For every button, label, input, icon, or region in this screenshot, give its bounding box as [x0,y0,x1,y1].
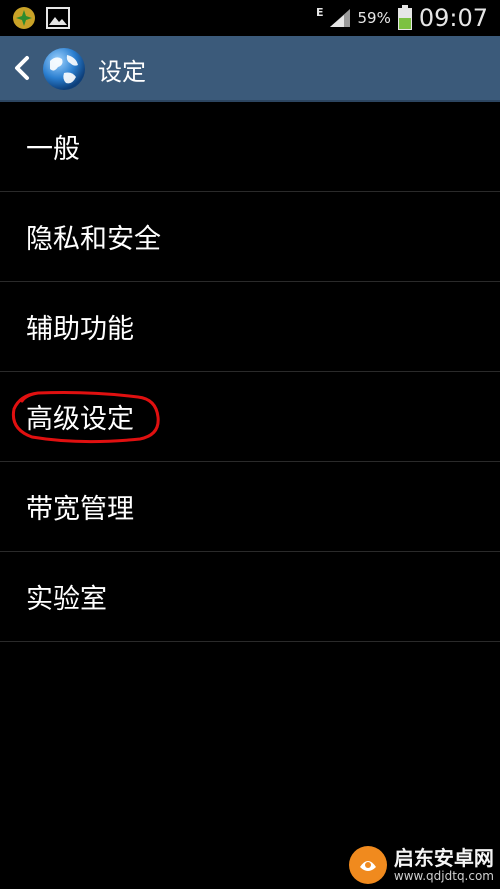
list-item-label: 辅助功能 [26,314,134,345]
status-bar: E 59% 09:07 [0,0,500,36]
action-bar: 设定 [0,36,500,102]
settings-item-general[interactable]: 一般 [0,102,500,192]
list-item-label: 一般 [26,134,80,165]
globe-icon[interactable] [40,45,88,93]
settings-item-labs[interactable]: 实验室 [0,552,500,642]
watermark-logo-icon [348,846,387,884]
signal-icon [330,9,351,27]
list-item-label: 隐私和安全 [26,224,161,255]
watermark-url: www.qdjdtq.com [393,869,494,883]
battery-percent: 59% [357,9,391,27]
app-notification-icon [13,7,35,29]
battery-icon [397,5,412,30]
page-title: 设定 [98,58,146,86]
list-item-label: 高级设定 [26,404,134,435]
settings-item-bandwidth[interactable]: 带宽管理 [0,462,500,552]
list-item-label: 带宽管理 [26,494,134,525]
clock: 09:07 [418,4,488,32]
settings-item-accessibility[interactable]: 辅助功能 [0,282,500,372]
settings-item-privacy-security[interactable]: 隐私和安全 [0,192,500,282]
status-indicators: E 59% 09:07 [316,2,488,34]
settings-list: 一般 隐私和安全 辅助功能 高级设定 带宽管理 实验室 [0,102,500,642]
watermark-name: 启东安卓网 [393,846,494,870]
back-chevron-icon[interactable] [8,54,36,82]
notification-area [12,6,70,30]
list-item-label: 实验室 [26,584,107,615]
network-type: E [315,5,324,19]
settings-item-advanced[interactable]: 高级设定 [0,372,500,462]
image-icon [46,7,70,29]
watermark-text: 启东安卓网 www.qdjdtq.com [394,847,494,883]
watermark: 启东安卓网 www.qdjdtq.com [348,845,494,885]
